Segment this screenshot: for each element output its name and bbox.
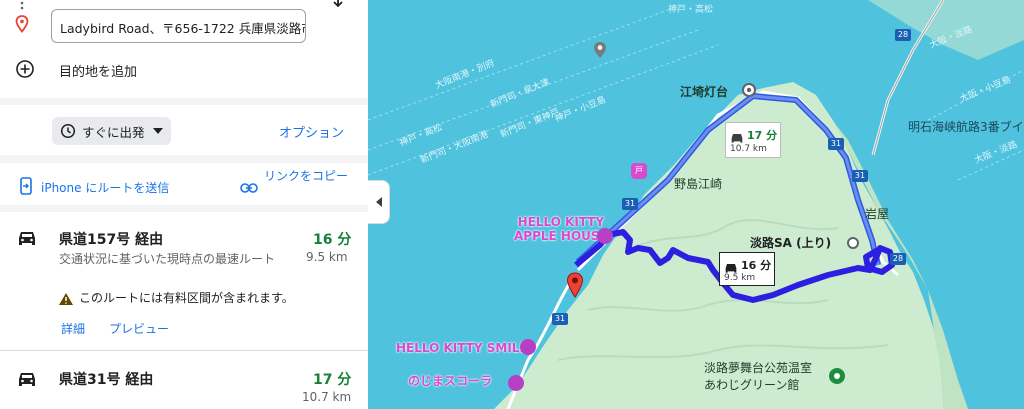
route-badge: 28: [895, 29, 911, 41]
park-marker-icon[interactable]: [829, 368, 845, 384]
landmark-marker-icon[interactable]: [847, 234, 859, 249]
route-2-duration: 17 分: [313, 372, 352, 388]
landmark-marker-icon[interactable]: [742, 82, 756, 97]
route-2-title: 県道31号 経由: [59, 372, 154, 388]
poi-small-icon[interactable]: 戸: [631, 163, 647, 179]
callout-alt-distance: 10.7 km: [730, 144, 767, 154]
ezaki-lighthouse-label: 江埼灯台: [680, 85, 729, 99]
add-destination-icon[interactable]: [15, 59, 35, 79]
car-icon: [17, 229, 37, 247]
destination-pin-icon: [15, 15, 29, 33]
depart-time-dropdown[interactable]: すぐに出発: [52, 117, 171, 145]
place-pin-icon[interactable]: [592, 41, 608, 59]
route-badge: 31: [622, 198, 638, 210]
depart-label: すぐに出発: [82, 124, 145, 140]
chevron-left-icon: [375, 197, 382, 207]
collapse-panel-button[interactable]: [368, 180, 390, 224]
nojima-scuola-label[interactable]: のじまスコーラ: [408, 374, 492, 389]
route-option-2[interactable]: 県道31号 経由 17 分 10.7 km: [0, 351, 368, 409]
route-1-duration: 16 分: [313, 232, 352, 248]
link-icon: [240, 179, 258, 193]
route-badge: 28: [890, 253, 906, 265]
poi-marker-icon[interactable]: [520, 339, 536, 355]
route-badge: 31: [552, 313, 568, 325]
callout-fast-duration: 16 分: [741, 259, 772, 272]
hello-kitty-apple-house-label[interactable]: HELLO KITTY APPLE HOUSE: [514, 215, 608, 244]
awaji-sa-label: 淡路SA (上り): [750, 236, 832, 250]
clock-icon: [60, 123, 76, 139]
options-link[interactable]: オプション: [279, 122, 344, 141]
route-option-1[interactable]: 県道157号 経由 16 分 9.5 km 交通状況に基づいた現時点の最速ルート…: [0, 212, 368, 350]
route-callout-alt[interactable]: 17 分 10.7 km: [725, 122, 781, 158]
directions-panel: Ladybird Road、〒656-1722 兵庫県淡路市 目的地を追加 すぐ…: [0, 0, 368, 409]
destination-input[interactable]: Ladybird Road、〒656-1722 兵庫県淡路市: [51, 9, 306, 43]
route-1-warning: このルートには有料区間が含まれます。: [79, 291, 294, 305]
car-icon: [730, 129, 744, 143]
more-dots-icon: [19, 0, 25, 10]
route-2-distance: 10.7 km: [302, 390, 352, 404]
send-to-phone-icon: [19, 177, 33, 195]
section-divider: [0, 98, 368, 105]
route-callout-fast[interactable]: 16 分 9.5 km: [719, 252, 775, 286]
map-canvas[interactable]: 大阪南港・別府 新門司・泉大津 神戸・高松 新門司・大阪南港 新門司・東神戸 神…: [368, 0, 1024, 409]
car-icon: [17, 370, 37, 388]
callout-alt-duration: 17 分: [747, 129, 778, 142]
route-1-details-link[interactable]: 詳細: [61, 320, 85, 337]
warning-icon: [59, 290, 73, 305]
swap-icon[interactable]: [330, 0, 346, 10]
car-icon: [724, 259, 738, 273]
ferry-label: 神戸・高松: [668, 5, 714, 15]
hello-kitty-smile-label[interactable]: HELLO KITTY SMILE: [396, 341, 528, 356]
destination-marker-icon[interactable]: [566, 272, 584, 298]
add-destination-label[interactable]: 目的地を追加: [59, 61, 137, 80]
iwaya-label: 岩屋: [865, 207, 890, 221]
route-1-title: 県道157号 経由: [59, 232, 164, 248]
callout-fast-distance: 9.5 km: [724, 273, 756, 283]
route-badge: 31: [828, 138, 844, 150]
send-to-phone-link[interactable]: iPhone にルートを送信: [41, 179, 169, 196]
nojima-ezaki-label: 野島江崎: [674, 177, 723, 191]
route-1-preview-link[interactable]: プレビュー: [109, 320, 169, 337]
poi-marker-icon[interactable]: [508, 375, 524, 391]
copy-link-link[interactable]: リンクをコピー: [264, 168, 348, 185]
section-divider: [0, 205, 368, 212]
section-divider: [0, 155, 368, 163]
route-1-subtitle: 交通状況に基づいた現時点の最速ルート: [59, 252, 276, 266]
awaji-yumebutai-label: 淡路夢舞台公苑温室 あわじグリーン館: [704, 361, 813, 392]
poi-marker-icon[interactable]: [597, 228, 613, 244]
route-1-distance: 9.5 km: [306, 250, 348, 264]
caret-down-icon: [152, 126, 163, 136]
route-badge: 31: [852, 170, 868, 182]
akashi-channel-label: 明石海峡航路3番ブイ: [908, 120, 1024, 134]
